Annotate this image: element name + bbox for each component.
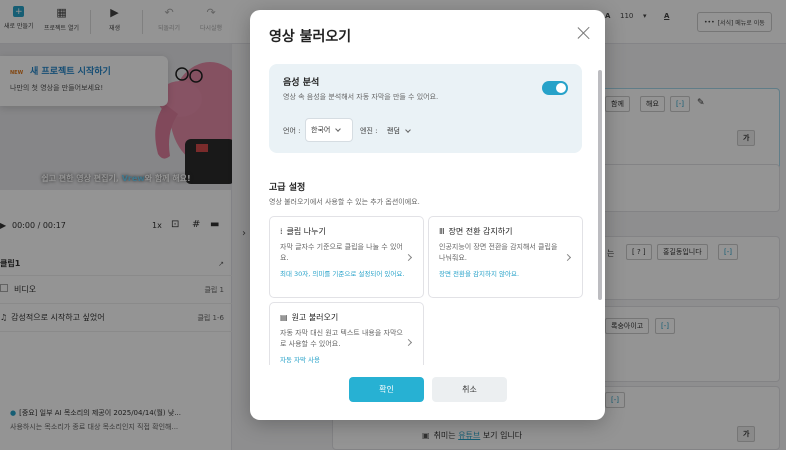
- cancel-button[interactable]: 취소: [432, 377, 507, 402]
- import-script-option[interactable]: ▤ 원고 불러오기 자동 자막 대신 원고 텍스트 내용을 자막으로 사용할 수 …: [269, 302, 424, 365]
- dialog-title: 영상 불러오기: [269, 29, 352, 45]
- language-select[interactable]: 한국어: [305, 118, 353, 142]
- chevron-right-icon: [404, 339, 413, 347]
- scene-icon: Ⅲ: [439, 227, 445, 236]
- engine-select[interactable]: 랜덤: [387, 126, 411, 136]
- advanced-settings-description: 영상 불러오기에서 사용할 수 있는 추가 옵션이에요.: [269, 198, 420, 206]
- speech-analysis-toggle[interactable]: [542, 81, 568, 95]
- scrollbar[interactable]: [598, 70, 602, 300]
- split-icon: ⁞: [280, 227, 283, 236]
- speech-analysis-description: 영상 속 음성을 분석해서 자동 자막을 만들 수 있어요.: [283, 93, 439, 101]
- chevron-right-icon: [563, 254, 572, 262]
- dialog-body[interactable]: 음성 분석 영상 속 음성을 분석해서 자동 자막을 만들 수 있어요. 언어 …: [250, 60, 605, 365]
- scene-detection-option[interactable]: Ⅲ 장면 전환 감지하기 인공지능이 장면 전환을 감지해서 클립을 나눠줘요. …: [428, 216, 583, 298]
- close-icon[interactable]: [577, 26, 591, 40]
- split-clips-option[interactable]: ⁞ 클립 나누기 자막 글자수 기준으로 클립을 나눌 수 있어요. 최대 30자…: [269, 216, 424, 298]
- speech-analysis-title: 음성 분석: [283, 78, 320, 88]
- confirm-button[interactable]: 확인: [349, 377, 424, 402]
- speech-analysis-card: 음성 분석 영상 속 음성을 분석해서 자동 자막을 만들 수 있어요. 언어 …: [269, 64, 582, 153]
- chevron-down-icon: [405, 126, 411, 133]
- chevron-down-icon: [335, 125, 342, 132]
- language-label: 언어 :: [283, 127, 301, 135]
- document-icon: ▤: [280, 313, 288, 322]
- import-video-dialog: 영상 불러오기 음성 분석 영상 속 음성을 분석해서 자동 자막을 만들 수 …: [250, 10, 605, 420]
- chevron-right-icon: [404, 254, 413, 262]
- advanced-settings-title: 고급 설정: [269, 183, 306, 193]
- engine-label: 엔진 :: [360, 127, 378, 135]
